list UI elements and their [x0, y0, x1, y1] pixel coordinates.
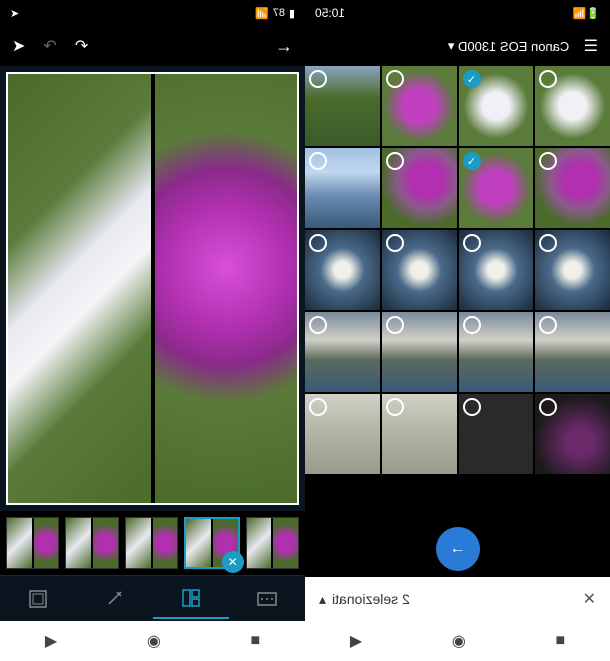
- selection-count-text: 2 selezionati: [332, 591, 410, 607]
- photo-thumb[interactable]: [382, 312, 457, 392]
- next-icon[interactable]: →: [275, 36, 293, 57]
- select-circle-icon[interactable]: [309, 316, 327, 334]
- share-icon: ➤: [10, 7, 19, 20]
- template-2[interactable]: [65, 517, 118, 569]
- photo-thumb[interactable]: [535, 66, 610, 146]
- tool-layout[interactable]: [153, 579, 229, 619]
- nav-home-icon[interactable]: ◉: [147, 631, 161, 651]
- nav-back-icon[interactable]: ▶: [350, 631, 362, 651]
- select-circle-icon[interactable]: [386, 70, 404, 88]
- photo-thumb[interactable]: [535, 230, 610, 310]
- selection-bar: ▴ 2 selezionati ✕: [305, 577, 610, 621]
- gallery-header: ▾ Canon EOS 1300D ☰: [305, 26, 610, 66]
- photo-grid: ✓✓: [305, 66, 610, 577]
- status-right: ▮ 87📶: [255, 7, 295, 20]
- photo-thumb[interactable]: [459, 312, 534, 392]
- template-5[interactable]: [246, 517, 299, 569]
- template-strip: ✕: [0, 511, 305, 575]
- menu-icon[interactable]: ☰: [584, 36, 598, 56]
- select-circle-icon[interactable]: [539, 152, 557, 170]
- arrow-left-icon: ←: [450, 540, 466, 558]
- status-icons: 📶🔋: [573, 7, 600, 20]
- photo-thumb[interactable]: [305, 394, 380, 474]
- battery-level: 87: [273, 7, 285, 19]
- nav-back-icon[interactable]: ▶: [45, 631, 57, 651]
- nav-home-icon[interactable]: ◉: [452, 631, 466, 651]
- status-bar: 10:50 📶🔋: [305, 0, 610, 26]
- gallery-title-text: Canon EOS 1300D: [458, 39, 569, 54]
- swap-icon[interactable]: ✕: [222, 551, 244, 573]
- gallery-title-dropdown[interactable]: ▾ Canon EOS 1300D: [448, 38, 570, 54]
- status-time: 10:50: [315, 6, 345, 20]
- select-circle-icon[interactable]: [309, 70, 327, 88]
- tool-tabs: [0, 575, 305, 621]
- select-circle-icon[interactable]: [539, 70, 557, 88]
- undo-icon[interactable]: ↶: [43, 36, 56, 56]
- select-circle-icon[interactable]: [386, 316, 404, 334]
- share-icon[interactable]: ➤: [12, 36, 25, 56]
- editor-header: ➤ ↶ ↷ →: [0, 26, 305, 66]
- photo-thumb[interactable]: [459, 230, 534, 310]
- collage-canvas[interactable]: [0, 66, 305, 511]
- battery-icon: ▮: [289, 7, 295, 20]
- photo-thumb[interactable]: [459, 394, 534, 474]
- nav-recent-icon[interactable]: ■: [555, 632, 565, 650]
- nav-recent-icon[interactable]: ■: [250, 632, 260, 650]
- photo-thumb[interactable]: [535, 394, 610, 474]
- select-circle-icon[interactable]: [309, 398, 327, 416]
- dropdown-icon: ▾: [448, 38, 455, 54]
- status-left: ➤: [10, 7, 19, 20]
- selected-check-icon[interactable]: ✓: [463, 70, 481, 88]
- back-fab[interactable]: ←: [436, 527, 480, 571]
- select-circle-icon[interactable]: [463, 316, 481, 334]
- status-bar: ➤ ▮ 87📶: [0, 0, 305, 26]
- photo-thumb[interactable]: [382, 230, 457, 310]
- selected-check-icon[interactable]: ✓: [463, 152, 481, 170]
- photo-thumb[interactable]: [382, 148, 457, 228]
- collage-cell-left[interactable]: [8, 74, 151, 503]
- close-icon[interactable]: ✕: [583, 589, 596, 609]
- redo-icon[interactable]: ↷: [75, 36, 88, 56]
- select-circle-icon[interactable]: [539, 316, 557, 334]
- expand-icon: ▴: [319, 591, 326, 608]
- selection-count[interactable]: ▴ 2 selezionati: [319, 591, 410, 608]
- select-circle-icon[interactable]: [386, 398, 404, 416]
- photo-thumb[interactable]: [382, 394, 457, 474]
- android-nav: ▶ ◉ ■: [0, 621, 305, 661]
- photo-thumb[interactable]: [305, 312, 380, 392]
- template-3[interactable]: [125, 517, 178, 569]
- photo-thumb[interactable]: [535, 312, 610, 392]
- select-circle-icon[interactable]: [463, 234, 481, 252]
- editor-screen: ➤ ▮ 87📶 ➤ ↶ ↷ → ✕ ▶: [0, 0, 305, 661]
- photo-thumb[interactable]: [305, 66, 380, 146]
- photo-thumb[interactable]: [535, 148, 610, 228]
- gallery-screen: 10:50 📶🔋 ▾ Canon EOS 1300D ☰ ✓✓ ← ▴ 2 se…: [305, 0, 610, 661]
- photo-thumb[interactable]: [305, 230, 380, 310]
- photo-thumb[interactable]: ✓: [459, 66, 534, 146]
- photo-thumb[interactable]: ✓: [459, 148, 534, 228]
- tool-wand[interactable]: [76, 580, 152, 618]
- android-nav: ▶ ◉ ■: [305, 621, 610, 661]
- template-4[interactable]: ✕: [184, 517, 239, 569]
- select-circle-icon[interactable]: [539, 398, 557, 416]
- photo-thumb[interactable]: [382, 66, 457, 146]
- select-circle-icon[interactable]: [539, 234, 557, 252]
- select-circle-icon[interactable]: [309, 152, 327, 170]
- collage-cell-right[interactable]: [155, 74, 298, 503]
- select-circle-icon[interactable]: [386, 234, 404, 252]
- select-circle-icon[interactable]: [386, 152, 404, 170]
- template-1[interactable]: [6, 517, 59, 569]
- select-circle-icon[interactable]: [463, 398, 481, 416]
- select-circle-icon[interactable]: [309, 234, 327, 252]
- tool-aspect[interactable]: [229, 582, 305, 616]
- photo-thumb[interactable]: [305, 148, 380, 228]
- tool-frame[interactable]: [0, 580, 76, 618]
